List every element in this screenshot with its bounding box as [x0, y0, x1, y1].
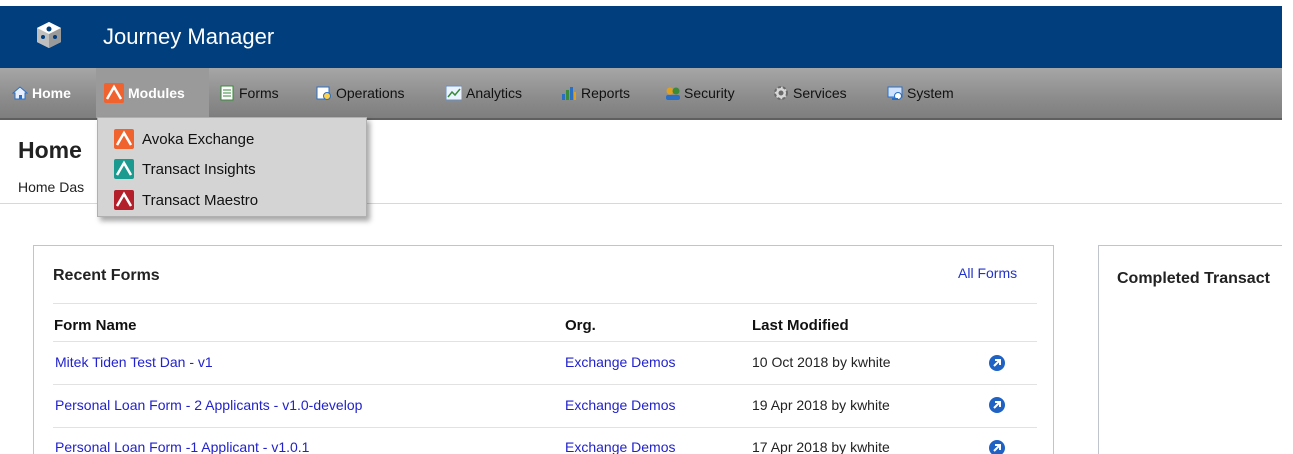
main-nav: Home Modules Forms Operations Analytics … — [0, 68, 1282, 120]
home-icon — [11, 85, 29, 101]
panel-title: Recent Forms — [53, 267, 160, 284]
modules-dropdown-menu: Avoka Exchange Transact Insights Transac… — [97, 117, 367, 217]
breadcrumb[interactable]: Home Das — [18, 179, 84, 195]
org-link[interactable]: Exchange Demos — [565, 354, 676, 370]
nav-label-services: Services — [793, 85, 847, 101]
app-title: Journey Manager — [103, 24, 275, 49]
nav-item-operations[interactable]: Operations — [316, 68, 404, 118]
nav-item-services[interactable]: Services — [773, 68, 847, 118]
completed-transactions-panel: Completed Transact — [1098, 245, 1293, 454]
nav-item-modules[interactable]: Modules — [96, 68, 209, 118]
reports-icon — [561, 85, 577, 101]
system-icon — [887, 85, 903, 101]
menu-item-label: Transact Maestro — [142, 191, 259, 209]
org-link[interactable]: Exchange Demos — [565, 397, 676, 413]
menu-item-label: Avoka Exchange — [142, 130, 255, 148]
open-arrow-icon[interactable] — [989, 397, 1005, 413]
nav-label-home: Home — [32, 85, 71, 101]
nav-item-home[interactable]: Home — [0, 68, 93, 118]
menu-item-transact-insights[interactable]: Transact Insights — [114, 158, 256, 180]
nav-item-analytics[interactable]: Analytics — [445, 68, 523, 118]
form-name-link[interactable]: Personal Loan Form - 2 Applicants - v1.0… — [55, 397, 362, 413]
nav-item-reports[interactable]: Reports — [561, 68, 630, 118]
org-link[interactable]: Exchange Demos — [565, 439, 676, 454]
avoka-exchange-icon — [114, 129, 134, 149]
services-icon — [773, 85, 789, 101]
menu-item-transact-maestro[interactable]: Transact Maestro — [114, 189, 258, 211]
app-header: Journey Manager — [0, 6, 1282, 68]
open-arrow-icon[interactable] — [989, 355, 1005, 371]
security-icon — [664, 85, 680, 101]
column-header-last-modified: Last Modified — [752, 317, 849, 334]
menu-item-avoka-exchange[interactable]: Avoka Exchange — [114, 128, 254, 150]
page-edge — [1282, 0, 1293, 454]
last-modified: 17 Apr 2018 by kwhite — [752, 439, 890, 454]
panel-title: Completed Transact — [1117, 270, 1270, 287]
nav-label-forms: Forms — [239, 85, 279, 101]
nav-label-system: System — [907, 85, 954, 101]
recent-forms-panel: Recent Forms All Forms Form Name Org. La… — [33, 245, 1054, 454]
nav-label-analytics: Analytics — [466, 85, 523, 101]
column-header-form-name: Form Name — [54, 317, 137, 334]
form-name-link[interactable]: Personal Loan Form -1 Applicant - v1.0.1 — [55, 439, 309, 454]
divider — [53, 341, 1037, 342]
transact-insights-icon — [114, 159, 134, 179]
page-title: Home — [18, 137, 82, 163]
analytics-icon — [445, 85, 463, 101]
all-forms-link[interactable]: All Forms — [958, 265, 1017, 281]
forms-icon — [219, 85, 235, 101]
operations-icon — [316, 85, 332, 101]
nav-item-security[interactable]: Security — [664, 68, 735, 118]
menu-item-label: Transact Insights — [142, 160, 256, 178]
nav-label-reports: Reports — [581, 85, 631, 101]
transact-maestro-icon — [114, 190, 134, 210]
nav-label-modules: Modules — [128, 85, 185, 101]
journey-manager-logo-icon[interactable] — [34, 20, 64, 50]
open-arrow-icon[interactable] — [989, 440, 1005, 454]
nav-label-operations: Operations — [336, 85, 405, 101]
divider — [53, 303, 1037, 304]
nav-item-system[interactable]: System — [887, 68, 954, 118]
modules-icon — [104, 83, 124, 103]
divider — [53, 427, 1037, 428]
nav-item-forms[interactable]: Forms — [219, 68, 279, 118]
last-modified: 10 Oct 2018 by kwhite — [752, 354, 891, 370]
last-modified: 19 Apr 2018 by kwhite — [752, 397, 890, 413]
form-name-link[interactable]: Mitek Tiden Test Dan - v1 — [55, 354, 213, 370]
divider — [53, 384, 1037, 385]
column-header-org: Org. — [565, 317, 596, 334]
nav-label-security: Security — [684, 85, 735, 101]
